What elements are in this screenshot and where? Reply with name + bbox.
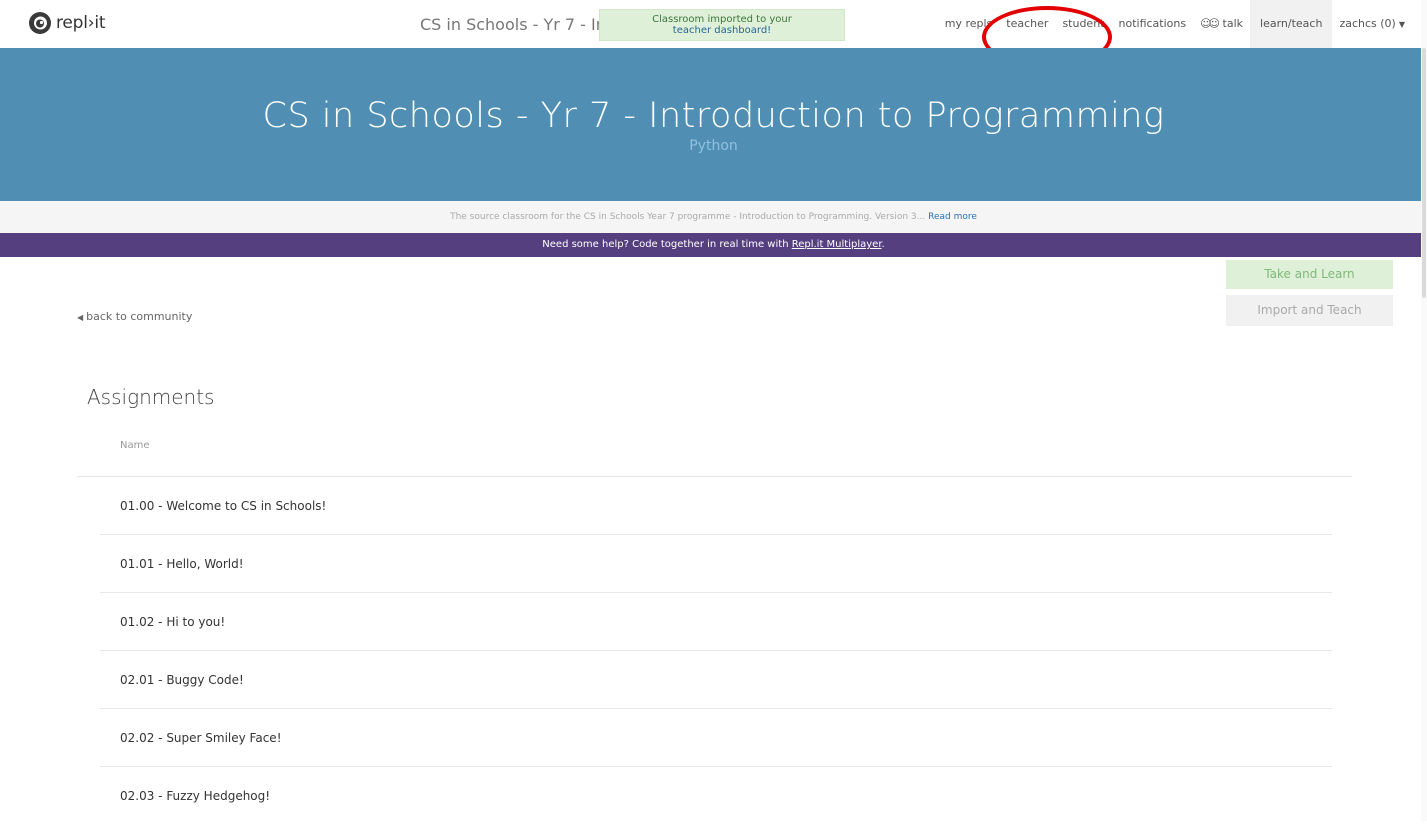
classroom-hero: CS in Schools - Yr 7 - Introduction to P… [0, 48, 1427, 201]
replit-logo-icon [29, 12, 51, 34]
nav-links: my repls teacher student notifications ☺… [938, 0, 1427, 48]
classroom-language: Python [689, 138, 738, 154]
nav-learn-teach[interactable]: learn/teach [1250, 0, 1333, 48]
nav-student[interactable]: student [1055, 0, 1111, 48]
assignment-row[interactable]: 02.02 - Super Smiley Face! [100, 709, 1332, 767]
toast-line-2-link[interactable]: teacher dashboard! [600, 25, 844, 36]
caret-left-icon: ◀ [77, 313, 84, 322]
import-success-toast: Classroom imported to your teacher dashb… [599, 9, 845, 41]
assignment-row[interactable]: 01.00 - Welcome to CS in Schools! [100, 477, 1332, 535]
classroom-description: The source classroom for the CS in Schoo… [0, 201, 1427, 233]
toast-line-1: Classroom imported to your [652, 14, 792, 25]
assignment-list: 01.00 - Welcome to CS in Schools! 01.01 … [100, 477, 1332, 825]
nav-notifications[interactable]: notifications [1112, 0, 1194, 48]
assignment-row[interactable]: 02.03 - Fuzzy Hedgehog! [100, 767, 1332, 825]
back-link-label: back to community [86, 310, 193, 323]
banner-suffix: . [881, 239, 885, 250]
column-header-name: Name [120, 440, 150, 451]
caret-down-icon: ▼ [1398, 19, 1405, 29]
classroom-title: CS in Schools - Yr 7 - Introduction to P… [262, 96, 1165, 136]
multiplayer-banner: Need some help? Code together in real ti… [0, 233, 1427, 257]
nav-talk[interactable]: ☺☺ talk [1193, 0, 1250, 48]
assignment-row[interactable]: 01.02 - Hi to you! [100, 593, 1332, 651]
multiplayer-link[interactable]: Repl.it Multiplayer [792, 239, 882, 250]
nav-teacher[interactable]: teacher [999, 0, 1055, 48]
take-and-learn-button[interactable]: Take and Learn [1226, 260, 1393, 289]
scrollbar-thumb[interactable] [1422, 48, 1426, 298]
banner-text: Need some help? Code together in real ti… [542, 239, 789, 250]
people-icon: ☺☺ [1200, 17, 1220, 30]
description-text: The source classroom for the CS in Schoo… [450, 212, 926, 222]
assignments-heading: Assignments [87, 385, 215, 409]
assignment-row[interactable]: 01.01 - Hello, World! [100, 535, 1332, 593]
assignment-row[interactable]: 02.01 - Buggy Code! [100, 651, 1332, 709]
nav-talk-label: talk [1222, 17, 1244, 30]
back-to-community-link[interactable]: ◀ back to community [77, 310, 192, 323]
logo-text: repl›it [56, 13, 106, 33]
nav-my-repls[interactable]: my repls [938, 0, 1000, 48]
replit-logo[interactable]: repl›it [28, 11, 106, 35]
vertical-scrollbar[interactable] [1421, 0, 1427, 821]
read-more-link[interactable]: Read more [928, 212, 977, 222]
user-menu-label: zachcs (0) [1339, 16, 1396, 30]
user-menu[interactable]: zachcs (0) ▼ [1332, 0, 1427, 49]
import-and-teach-button[interactable]: Import and Teach [1226, 295, 1393, 326]
top-navbar: repl›it CS in Schools - Yr 7 - Introduct… [0, 0, 1427, 48]
